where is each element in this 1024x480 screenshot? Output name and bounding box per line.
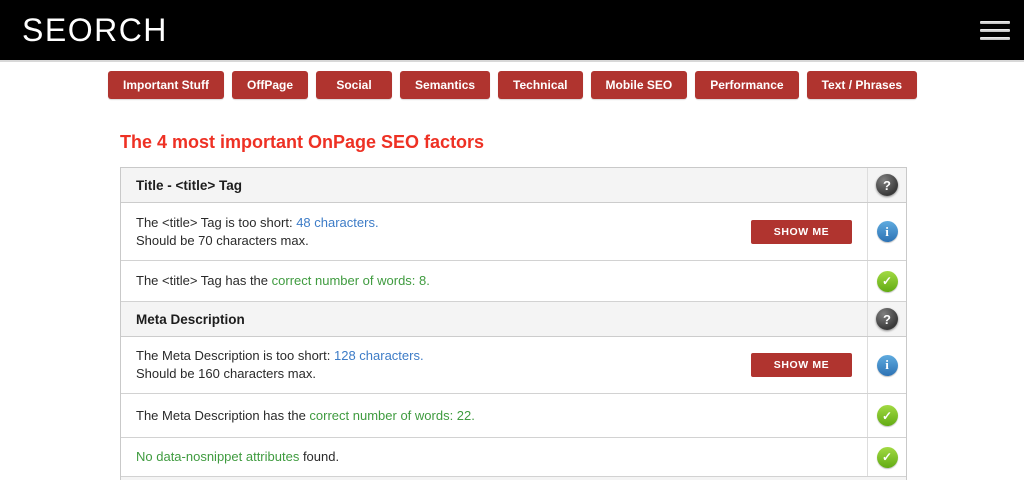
info-icon[interactable]: i	[876, 354, 898, 376]
nav-button-performance[interactable]: Performance	[695, 71, 799, 99]
section-help-cell: ?	[867, 168, 906, 202]
row-text: The <title> Tag is too short: 48 charact…	[136, 214, 379, 250]
hamburger-menu-icon[interactable]	[980, 14, 1010, 47]
row-text-prefix: The Meta Description is too short:	[136, 348, 334, 363]
section-title: Title - <title> Tag	[136, 177, 243, 193]
nav-button-text-phrases[interactable]: Text / Phrases	[806, 71, 918, 99]
hamburger-bar	[980, 36, 1010, 40]
nav-button-mobile-seo[interactable]: Mobile SEO	[590, 71, 688, 99]
section-header-title-tag: Title - <title> Tag ?	[121, 168, 906, 203]
logo[interactable]: SEORCH	[22, 12, 168, 49]
row-text: No data-nosnippet attributes found.	[136, 448, 339, 466]
nav-button-offpage[interactable]: OffPage	[232, 71, 309, 99]
status-cell: ✓	[867, 438, 906, 476]
table-row: No data-nosnippet attributes found. ✓	[121, 438, 906, 477]
status-cell: i	[867, 203, 906, 260]
check-icon: ✓	[876, 446, 898, 468]
show-me-button[interactable]: SHOW ME	[751, 353, 852, 377]
hamburger-bar	[980, 20, 1010, 24]
row-text: The Meta Description has the correct num…	[136, 407, 475, 425]
row-content: The <title> Tag is too short: 48 charact…	[121, 203, 867, 260]
question-icon[interactable]: ?	[876, 174, 898, 196]
check-icon: ✓	[876, 405, 898, 426]
row-text-value: No data-nosnippet attributes	[136, 449, 300, 464]
show-me-button[interactable]: SHOW ME	[751, 219, 852, 244]
page-title: The 4 most important OnPage SEO factors	[120, 132, 485, 152]
section-header-meta-description: Meta Description ?	[121, 302, 906, 337]
row-text-prefix: The Meta Description has the	[136, 407, 310, 423]
row-text-prefix: The <title> Tag is too short:	[136, 214, 297, 230]
row-text-line2: Should be 70 characters max.	[136, 232, 309, 248]
table-row: The Meta Description is too short: 128 c…	[121, 337, 906, 394]
info-icon[interactable]: i	[876, 221, 898, 242]
section-help-cell: ?	[867, 302, 906, 336]
status-cell: i	[867, 337, 906, 393]
hamburger-bar	[980, 28, 1010, 32]
row-text-value: 48 characters.	[296, 214, 379, 230]
row-text-value: correct number of words: 22.	[309, 407, 475, 423]
row-content: No data-nosnippet attributes found.	[121, 438, 867, 476]
row-text-suffix: found.	[299, 449, 340, 464]
row-text-value: 128 characters.	[333, 348, 424, 363]
nav-button-social[interactable]: Social	[316, 71, 393, 99]
row-text-line2: Should be 160 characters max.	[136, 366, 316, 381]
question-icon[interactable]: ?	[876, 308, 898, 330]
nav-button-technical[interactable]: Technical	[498, 71, 583, 99]
row-text: The <title> Tag has the correct number o…	[136, 272, 430, 290]
nav-button-important-stuff[interactable]: Important Stuff	[108, 71, 224, 99]
status-cell: ✓	[867, 261, 906, 301]
row-text-value: correct number of words: 8.	[271, 273, 430, 288]
table-row: The <title> Tag has the correct number o…	[121, 261, 906, 302]
table-row: The Meta Description has the correct num…	[121, 394, 906, 438]
section-nav: Important Stuff OffPage Social Semantics…	[0, 62, 1024, 99]
row-text: The Meta Description is too short: 128 c…	[136, 347, 424, 383]
site-header: SEORCH	[0, 0, 1024, 62]
status-cell: ✓	[867, 394, 906, 437]
table-row: The <title> Tag is too short: 48 charact…	[121, 203, 906, 261]
row-content: The Meta Description is too short: 128 c…	[121, 337, 867, 393]
row-content: The Meta Description has the correct num…	[121, 394, 867, 437]
row-text-prefix: The <title> Tag has the	[136, 273, 272, 288]
row-content: The <title> Tag has the correct number o…	[121, 261, 867, 301]
seo-report-table: Title - <title> Tag ? The <title> Tag is…	[120, 167, 907, 480]
section-title: Meta Description	[136, 311, 245, 327]
check-icon: ✓	[876, 270, 898, 292]
nav-button-semantics[interactable]: Semantics	[400, 71, 491, 99]
